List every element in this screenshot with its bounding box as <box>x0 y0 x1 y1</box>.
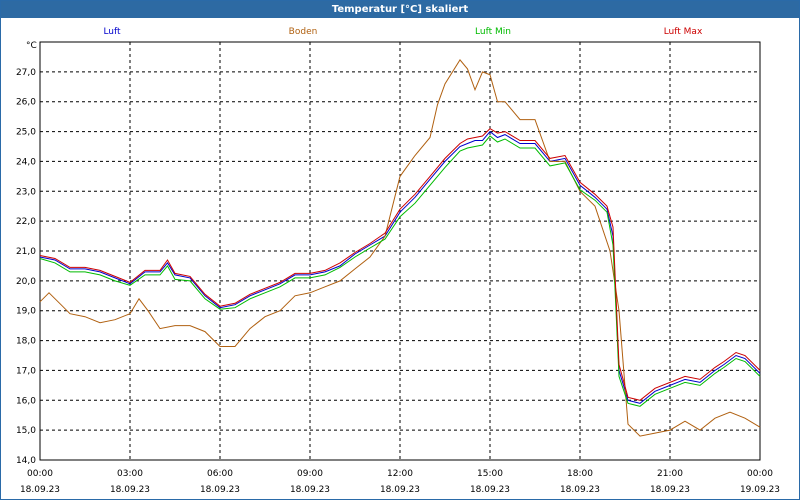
y-tick-label: 21,0 <box>16 247 36 257</box>
legend: Luft Boden Luft Min Luft Max <box>103 27 703 37</box>
temperature-chart: °C 14,0 15,0 16,0 17,0 18,0 19,0 20,0 21,0 22,0 2… <box>16 27 780 495</box>
legend-entry: Luft <box>103 27 121 37</box>
x-tick-date: 18.09.23 <box>110 485 150 495</box>
legend-entry: Boden <box>289 27 318 37</box>
x-tick-date: 18.09.23 <box>200 485 240 495</box>
y-tick-label: 17,0 <box>16 366 36 376</box>
y-tick-label: 19,0 <box>16 307 36 317</box>
x-tick-time: 03:00 <box>117 469 143 479</box>
x-tick-time: 15:00 <box>477 469 503 479</box>
y-axis-label: °C <box>26 41 37 51</box>
x-tick-time: 00:00 <box>27 469 53 479</box>
x-tick-date: 18.09.23 <box>470 485 510 495</box>
y-tick-label: 23,0 <box>16 187 36 197</box>
y-tick-label: 25,0 <box>16 128 36 138</box>
x-tick-date: 18.09.23 <box>560 485 600 495</box>
x-tick-time: 00:00 <box>747 469 773 479</box>
y-tick-label: 18,0 <box>16 337 36 347</box>
y-tick-label: 22,0 <box>16 217 36 227</box>
y-tick-label: 16,0 <box>16 396 36 406</box>
legend-entry: Luft Max <box>664 27 703 37</box>
y-tick-label: 20,0 <box>16 277 36 287</box>
x-tick-time: 21:00 <box>657 469 683 479</box>
x-tick-date: 18.09.23 <box>650 485 690 495</box>
x-tick-time: 06:00 <box>207 469 233 479</box>
x-tick-date: 18.09.23 <box>380 485 420 495</box>
y-tick-label: 15,0 <box>16 426 36 436</box>
legend-entry: Luft Min <box>475 27 511 37</box>
x-tick-date: 19.09.23 <box>740 485 780 495</box>
x-tick-date: 18.09.23 <box>20 485 60 495</box>
x-tick-time: 12:00 <box>387 469 413 479</box>
x-tick-date: 18.09.23 <box>290 485 330 495</box>
y-ticks: 14,0 15,0 16,0 17,0 18,0 19,0 20,0 21,0 22,0 23,0… <box>16 68 36 466</box>
y-tick-label: 14,0 <box>16 456 36 466</box>
y-tick-label: 27,0 <box>16 68 36 78</box>
y-tick-label: 24,0 <box>16 157 36 167</box>
x-tick-time: 09:00 <box>297 469 323 479</box>
y-tick-label: 26,0 <box>16 98 36 108</box>
x-tick-time: 18:00 <box>567 469 593 479</box>
x-ticks: 00:00 18.09.23 03:00 18.09.23 06:00 18.09.23 0… <box>20 469 780 495</box>
